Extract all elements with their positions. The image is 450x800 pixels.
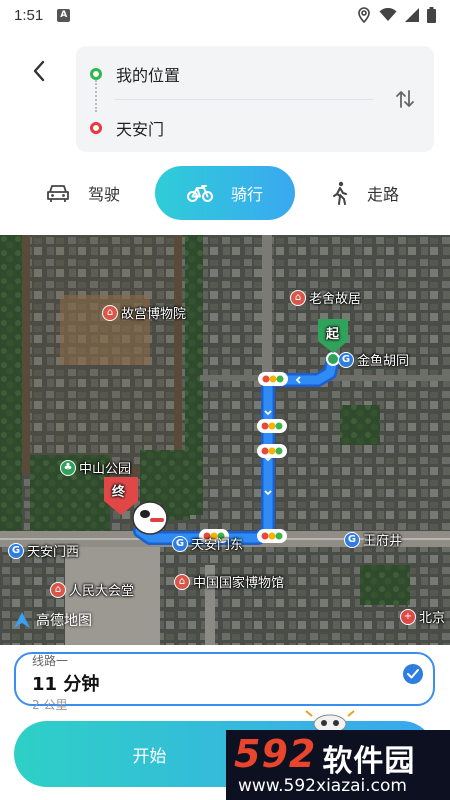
status-bar: 1:51 A	[0, 0, 450, 30]
location-icon	[358, 7, 370, 23]
poi-name: 天安门西	[27, 545, 80, 560]
poi-name: 老舍故居	[309, 292, 362, 307]
museum-icon: ⌂	[102, 304, 118, 321]
poi-label[interactable]: ⌂ 老舍故居	[290, 288, 361, 307]
metro-icon: G	[344, 531, 360, 548]
hospital-icon: +	[400, 608, 416, 625]
bicycle-icon	[186, 183, 213, 203]
origin-field[interactable]: 我的位置	[90, 62, 180, 86]
metro-icon: G	[8, 542, 24, 559]
amap-logo-icon	[14, 612, 30, 628]
traffic-light-icon	[258, 372, 288, 386]
travel-mode-tabs: 驾驶 骑行 走路	[0, 166, 450, 220]
museum-icon: ⌂	[50, 581, 66, 598]
watermark-text: 软件园	[322, 744, 416, 779]
tab-drive[interactable]: 驾驶	[28, 166, 138, 220]
metro-icon: G	[172, 535, 188, 552]
poi-name: 故宫博物院	[121, 307, 187, 322]
divider	[114, 99, 374, 100]
walk-icon	[331, 181, 349, 205]
poi-label[interactable]: + 北京	[400, 607, 445, 626]
map-logo: 高德地图	[12, 610, 92, 630]
watermark-url: www.592xiazai.com	[238, 776, 407, 796]
poi-name: 北京	[419, 611, 446, 626]
poi-label[interactable]: G 金鱼胡同	[338, 350, 409, 369]
route-duration: 11 分钟	[32, 674, 100, 695]
tab-walk-label: 走路	[366, 185, 399, 204]
poi-name: 金鱼胡同	[357, 354, 410, 369]
route-input-card: 我的位置 天安门	[76, 46, 434, 152]
swap-button[interactable]	[392, 86, 418, 112]
poi-name: 中山公园	[79, 462, 132, 477]
destination-label: 天安门	[116, 120, 165, 139]
map-view[interactable]: ⌂ 故宫博物院 ⌂ 老舍故居 G 金鱼胡同 ♣ 中山公园 G 天安门东 G 王府井 G 天安门…	[0, 235, 450, 645]
tab-bike-label: 骑行	[230, 185, 263, 204]
poi-name: 王府井	[363, 534, 403, 549]
watermark: 592 软件园 www.592xiazai.com	[226, 730, 450, 800]
tab-bike[interactable]: 骑行	[155, 166, 295, 220]
poi-label[interactable]: G 天安门西	[8, 541, 79, 560]
check-icon	[403, 664, 423, 684]
swap-icon	[396, 90, 414, 108]
tab-drive-label: 驾驶	[87, 185, 120, 204]
wifi-icon	[379, 8, 397, 21]
poi-label[interactable]: ♣ 中山公园	[60, 458, 131, 477]
notification-icon: A	[57, 8, 71, 22]
destination-field[interactable]: 天安门	[90, 116, 164, 140]
cellular-icon	[405, 8, 419, 22]
route-connector	[95, 80, 97, 112]
museum-icon: ⌂	[174, 573, 190, 590]
map-logo-text: 高德地图	[36, 613, 92, 629]
metro-icon: G	[338, 351, 354, 368]
status-time: 1:51	[14, 6, 44, 24]
poi-label[interactable]: ⌂ 人民大会堂	[50, 580, 134, 599]
origin-dot-icon	[90, 68, 102, 80]
end-marker[interactable]: 终	[112, 481, 125, 500]
poi-label[interactable]: G 天安门东	[172, 534, 243, 553]
battery-icon	[427, 7, 436, 23]
museum-icon: ⌂	[290, 289, 306, 306]
destination-dot-icon	[90, 122, 102, 134]
route-option-name: 线路一	[32, 654, 69, 668]
poi-name: 中国国家博物馆	[193, 576, 285, 591]
poi-name: 人民大会堂	[69, 584, 135, 599]
start-marker[interactable]: 起	[326, 323, 339, 342]
poi-label[interactable]: ⌂ 故宫博物院	[102, 303, 186, 322]
tab-walk[interactable]: 走路	[310, 166, 420, 220]
car-icon	[46, 183, 70, 203]
route-distance: 2 公里	[32, 698, 68, 712]
poi-name: 天安门东	[191, 538, 244, 553]
start-navigation-label: 开始	[132, 746, 167, 767]
park-icon: ♣	[60, 459, 76, 476]
poi-label[interactable]: ⌂ 中国国家博物馆	[174, 572, 284, 591]
chevron-left-icon	[33, 60, 45, 82]
back-button[interactable]	[24, 54, 54, 88]
origin-label: 我的位置	[116, 66, 181, 85]
watermark-number: 592	[234, 732, 317, 776]
route-option-card[interactable]: 线路一 11 分钟 2 公里	[14, 652, 435, 712]
poi-label[interactable]: G 王府井	[344, 530, 402, 549]
